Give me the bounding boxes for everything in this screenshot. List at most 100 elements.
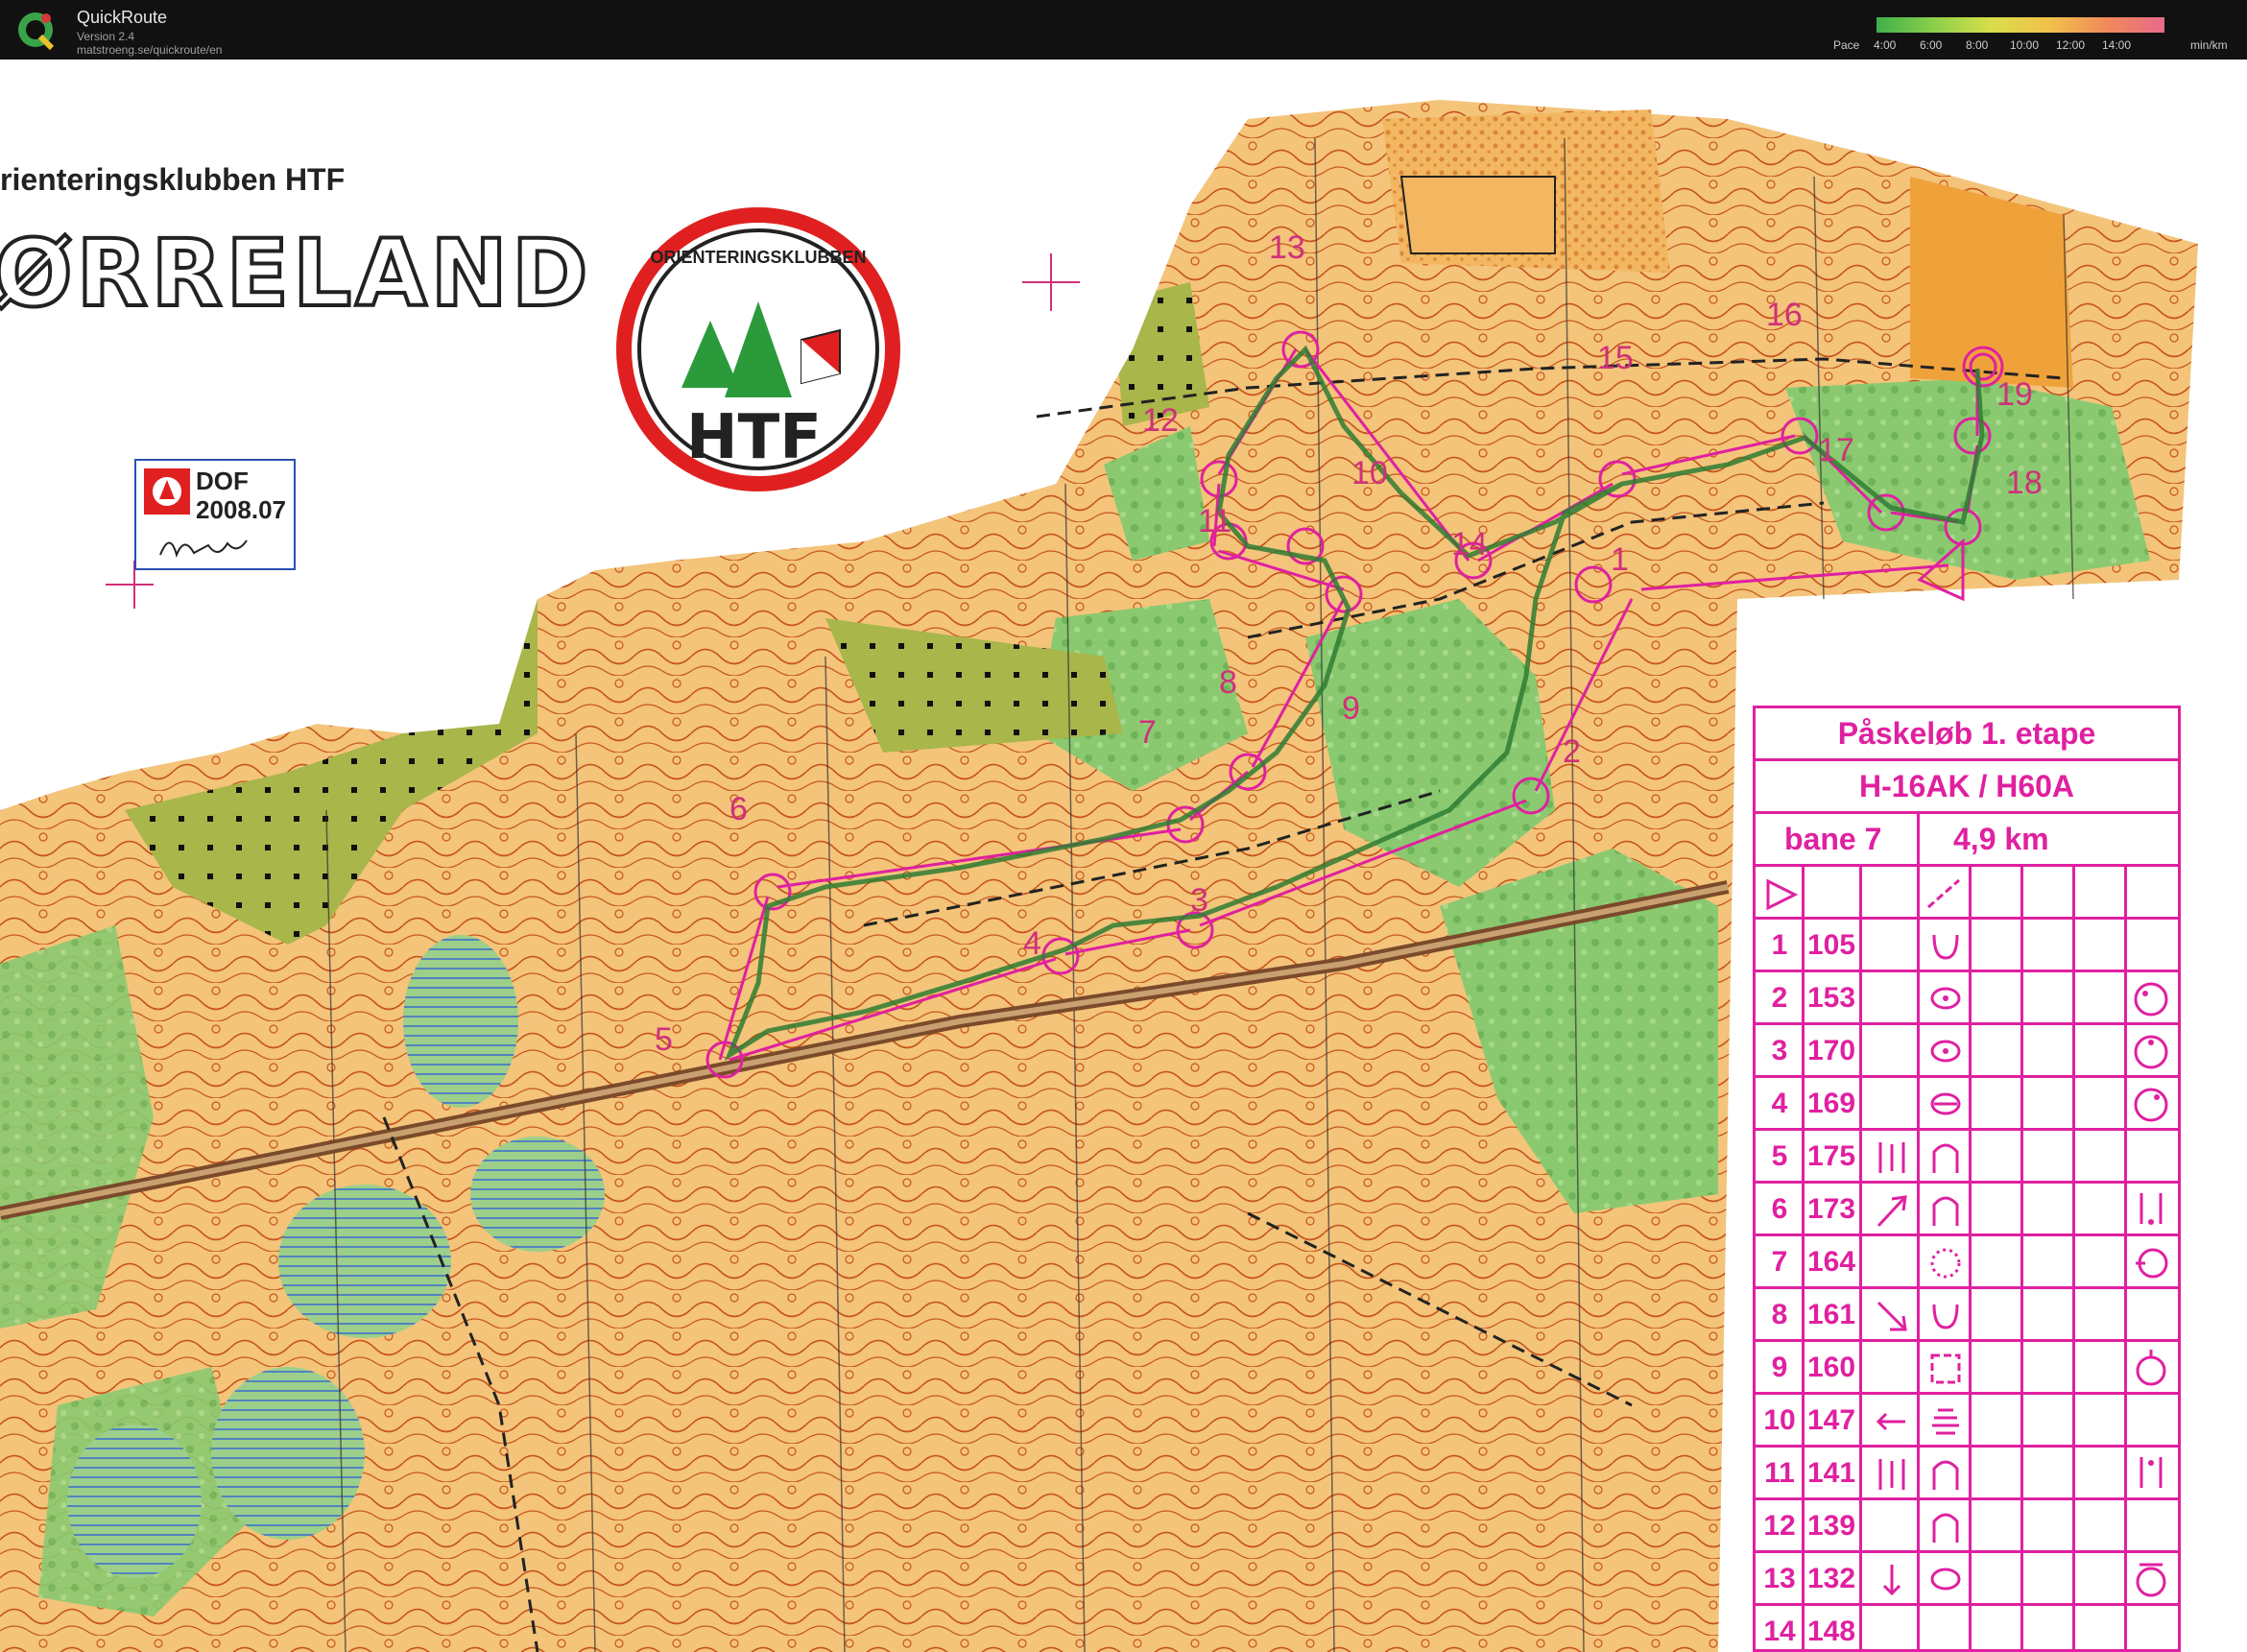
hill-icon [1932, 1460, 1959, 1490]
pace-tick: 12:00 [2056, 38, 2086, 52]
depression-icon [1932, 1304, 1959, 1329]
dof-org: DOF [196, 467, 249, 495]
control-number: 19 [1996, 376, 2033, 413]
leg-code: 147 [1807, 1404, 1856, 1436]
control-description-card: Påskeløb 1. etape H-16AK / H60A bane 7 4… [1753, 706, 2181, 1652]
control-number: 12 [1142, 402, 1179, 439]
leg-number: 1 [1771, 929, 1788, 961]
leg-row: 14 148 [1756, 1606, 2178, 1652]
app-name: QuickRoute [77, 8, 168, 27]
leg-code: 173 [1807, 1193, 1856, 1225]
leg-code: 132 [1807, 1563, 1856, 1594]
leg-row: 10 147 [1756, 1395, 2178, 1448]
arrow-west-icon [1876, 1412, 1905, 1431]
knoll-icon [1930, 1040, 1961, 1063]
leg-code: 170 [1807, 1035, 1856, 1066]
position-icon [2136, 1563, 2166, 1597]
leg-row: 1 105 [1756, 920, 2178, 972]
control-number: 17 [1818, 432, 1854, 468]
control-number: 10 [1351, 455, 1388, 491]
between-icon [1878, 1459, 1905, 1490]
leg-number: 13 [1763, 1563, 1796, 1594]
marsh-area [403, 935, 518, 1108]
position-icon [2134, 1035, 2168, 1069]
dof-approval-stamp: DOF 2008.07 [134, 459, 296, 570]
position-icon [2134, 1088, 2168, 1122]
start-line-icon [1927, 878, 1960, 909]
control-number: 8 [1219, 664, 1237, 701]
control-number: 18 [2006, 465, 2043, 501]
control-number: 11 [1198, 503, 1232, 539]
leg-number: 2 [1771, 982, 1788, 1014]
control-number: 5 [655, 1021, 673, 1058]
leg-number: 4 [1771, 1088, 1788, 1119]
pace-color-scale [1876, 17, 2164, 33]
pace-tick: 14:00 [2102, 38, 2132, 52]
leg-row: 6 173 [1756, 1184, 2178, 1236]
leg-row: 11 141 [1756, 1448, 2178, 1500]
between-icon [1878, 1142, 1905, 1173]
knoll-icon [1930, 987, 1961, 1010]
leg-number: 12 [1763, 1510, 1796, 1542]
hill-icon [1932, 1513, 1959, 1543]
knoll-icon [1930, 1092, 1961, 1115]
app-url[interactable]: matstroeng.se/quickroute/en [77, 43, 222, 57]
leg-row: 13 132 [1756, 1553, 2178, 1606]
leg-code: 161 [1807, 1299, 1856, 1330]
leg-code: 175 [1807, 1140, 1856, 1172]
leg-code: 148 [1807, 1616, 1856, 1647]
leg-row: 4 169 [1756, 1078, 2178, 1131]
depression-icon [1932, 934, 1959, 960]
leg-number: 11 [1764, 1457, 1795, 1489]
card-course-row: bane 7 4,9 km [1756, 814, 2178, 867]
course-name: bane 7 [1784, 822, 1882, 856]
dof-emblem-icon [144, 468, 190, 515]
control-number: 16 [1766, 297, 1803, 333]
event-title: Påskeløb 1. etape [1837, 716, 2096, 751]
app-title-bar: QuickRoute Version 2.4 matstroeng.se/qui… [0, 0, 2247, 60]
club-logo-abbr: HTF [686, 402, 822, 473]
control-number: 2 [1563, 733, 1581, 770]
control-number: 15 [1597, 340, 1634, 376]
leg-code: 169 [1807, 1088, 1856, 1119]
control-number: 13 [1269, 229, 1305, 266]
club-logo-ring-text: ORIENTERINGSKLUBBEN [650, 248, 866, 267]
leg-code: 105 [1807, 929, 1856, 961]
marsh-area [67, 1425, 202, 1578]
arrow-northeast-icon [1876, 1195, 1907, 1228]
pace-tick: 4:00 [1874, 38, 1897, 52]
arrow-south-icon [1882, 1565, 1901, 1596]
leg-code: 141 [1807, 1457, 1856, 1489]
leg-row: 12 139 [1756, 1500, 2178, 1553]
leg-row: 8 161 [1756, 1289, 2178, 1342]
foot-icon [2139, 1193, 2163, 1225]
knoll-icon [1930, 1568, 1961, 1591]
leg-number: 6 [1771, 1193, 1788, 1225]
card-title-row: Påskeløb 1. etape [1756, 708, 2178, 761]
hill-icon [1932, 1143, 1959, 1173]
control-number: 7 [1138, 714, 1157, 751]
leg-code: 139 [1807, 1510, 1856, 1542]
leg-row: 7 164 [1756, 1236, 2178, 1289]
ruin-icon [1930, 1353, 1961, 1384]
leg-number: 14 [1763, 1616, 1796, 1647]
card-start-row [1756, 867, 2178, 920]
control-number: 1 [1611, 541, 1629, 578]
control-number: 14 [1451, 526, 1488, 563]
leg-row: 2 153 [1756, 972, 2178, 1025]
card-class-row: H-16AK / H60A [1756, 761, 2178, 814]
position-icon [2136, 1248, 2168, 1279]
app-version: Version 2.4 [77, 30, 135, 43]
leg-number: 5 [1771, 1140, 1788, 1172]
pace-tick: 10:00 [2010, 38, 2040, 52]
pace-tick: 6:00 [1920, 38, 1943, 52]
pace-unit: min/km [2190, 38, 2228, 52]
leg-number: 7 [1771, 1246, 1788, 1278]
leg-number: 9 [1771, 1352, 1788, 1383]
leg-code: 153 [1807, 982, 1856, 1014]
leg-code: 160 [1807, 1352, 1856, 1383]
arrow-southeast-icon [1876, 1301, 1907, 1331]
terrace-icon [1932, 1408, 1959, 1435]
map-name: ØRRELAND [0, 218, 592, 329]
control-number: 6 [729, 791, 748, 827]
